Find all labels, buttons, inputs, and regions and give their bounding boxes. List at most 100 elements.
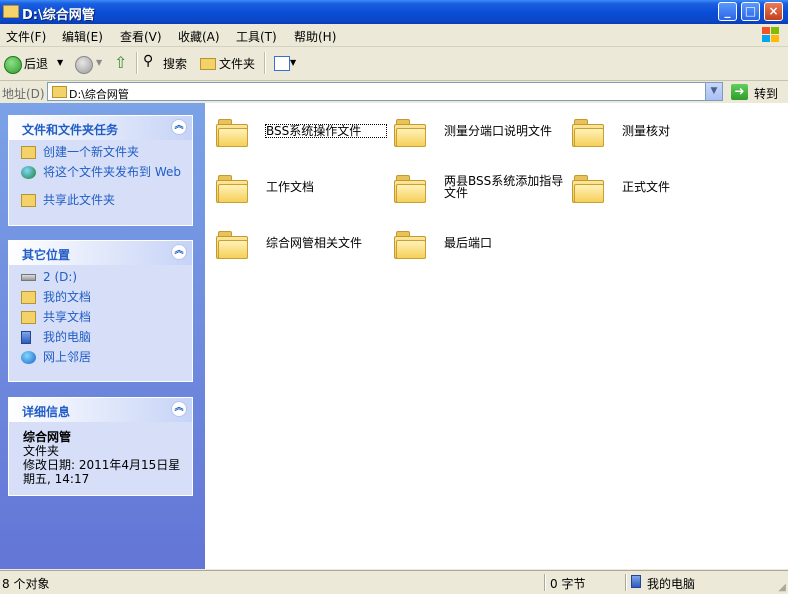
folder-item[interactable]: 正式文件	[564, 167, 734, 211]
folder-icon	[216, 119, 248, 147]
folder-item[interactable]: 最后端口	[386, 223, 556, 267]
up-folder-icon[interactable]: ⇧	[114, 53, 127, 72]
place-label: 2 (D:)	[43, 270, 78, 284]
toolbar: 后退 ▼ ▼ ⇧ ⚲ 搜索 文件夹 ▼	[0, 47, 788, 81]
menu-help[interactable]: 帮助(H)	[294, 28, 336, 45]
forward-dropdown-icon[interactable]: ▼	[96, 58, 102, 67]
panel-title: 文件和文件夹任务	[22, 123, 119, 137]
folder-item[interactable]: BSS系统操作文件	[208, 111, 387, 155]
search-icon: ⚲	[143, 53, 154, 69]
back-arrow-icon	[4, 56, 22, 74]
address-bar: 地址(D) D:\综合网管 ▼ ➜ 转到	[0, 81, 788, 104]
minimize-button[interactable]: _	[718, 2, 737, 21]
task-label: 创建一个新文件夹	[43, 145, 140, 159]
back-label: 后退	[24, 57, 49, 71]
folder-item[interactable]: 测量核对	[564, 111, 734, 155]
my-documents-icon	[21, 291, 36, 304]
window-title: D:\综合网管	[22, 8, 95, 23]
task-share-folder[interactable]: 共享此文件夹	[21, 194, 182, 214]
other-places-panel: 其它位置 ︽ 2 (D:) 我的文档 共享文档 我的电脑 网上邻居	[8, 240, 193, 382]
folders-label: 文件夹	[219, 57, 256, 71]
status-bar: 8 个对象 0 字节 我的电脑 ◢	[0, 570, 788, 594]
folder-label: 最后端口	[444, 236, 493, 250]
task-new-folder[interactable]: 创建一个新文件夹	[21, 146, 182, 166]
globe-icon	[21, 166, 36, 179]
folder-icon	[394, 231, 426, 259]
menu-view[interactable]: 查看(V)	[120, 28, 162, 45]
place-label: 我的电脑	[43, 330, 92, 344]
maximize-button[interactable]: □	[741, 2, 760, 21]
folder-label: 测量核对	[622, 124, 671, 138]
toolbar-divider	[264, 52, 266, 74]
status-divider	[544, 574, 546, 591]
address-label: 地址(D)	[2, 87, 45, 101]
place-network[interactable]: 网上邻居	[21, 351, 182, 371]
folder-item[interactable]: 两县BSS系统添加指导文件	[386, 167, 563, 211]
go-label: 转到	[754, 87, 779, 101]
folder-item[interactable]: 综合网管相关文件	[208, 223, 378, 267]
go-arrow-icon: ➜	[731, 84, 748, 100]
folder-icon	[572, 175, 604, 203]
folder-label: 测量分端口说明文件	[444, 124, 553, 138]
details-name: 综合网管	[23, 430, 72, 444]
back-dropdown-icon[interactable]: ▼	[57, 58, 63, 67]
network-icon	[21, 351, 36, 364]
panel-header[interactable]: 文件和文件夹任务 ︽	[9, 116, 192, 140]
panel-title: 详细信息	[22, 405, 71, 419]
folder-label: 综合网管相关文件	[266, 236, 363, 250]
menu-favorites[interactable]: 收藏(A)	[178, 28, 220, 45]
toolbar-divider	[136, 52, 138, 74]
collapse-icon[interactable]: ︽	[171, 401, 187, 417]
folder-icon	[394, 119, 426, 147]
folder-icon	[216, 175, 248, 203]
collapse-icon[interactable]: ︽	[171, 244, 187, 260]
place-shared-documents[interactable]: 共享文档	[21, 311, 182, 331]
place-drive-d[interactable]: 2 (D:)	[21, 271, 182, 291]
menu-tools[interactable]: 工具(T)	[236, 28, 277, 45]
shared-documents-icon	[21, 311, 36, 324]
views-dropdown-icon: ▼	[290, 58, 297, 67]
place-my-computer[interactable]: 我的电脑	[21, 331, 182, 351]
status-divider	[625, 574, 627, 591]
views-icon	[274, 56, 290, 71]
menu-bar: 文件(F) 编辑(E) 查看(V) 收藏(A) 工具(T) 帮助(H)	[0, 24, 788, 47]
folder-item[interactable]: 工作文档	[208, 167, 378, 211]
address-dropdown-icon[interactable]: ▼	[705, 83, 722, 100]
details-modified: 修改日期: 2011年4月15日星期五, 14:17	[23, 458, 181, 486]
status-location: 我的电脑	[647, 577, 696, 591]
details-type: 文件夹	[23, 444, 60, 458]
menu-edit[interactable]: 编辑(E)	[62, 28, 103, 45]
menu-file[interactable]: 文件(F)	[6, 28, 46, 45]
windows-logo-icon	[762, 27, 779, 42]
collapse-icon[interactable]: ︽	[171, 119, 187, 135]
panel-header[interactable]: 其它位置 ︽	[9, 241, 192, 265]
status-object-count: 8 个对象	[2, 577, 50, 591]
close-button[interactable]: ×	[764, 2, 783, 21]
place-label: 网上邻居	[43, 350, 92, 364]
folder-label: BSS系统操作文件	[265, 124, 387, 138]
search-label: 搜索	[163, 57, 188, 71]
file-tasks-panel: 文件和文件夹任务 ︽ 创建一个新文件夹 将这个文件夹发布到 Web 共享此文件夹	[8, 115, 193, 226]
share-folder-icon	[21, 194, 36, 207]
address-input[interactable]: D:\综合网管 ▼	[47, 82, 723, 101]
drive-icon	[21, 274, 36, 281]
place-my-documents[interactable]: 我的文档	[21, 291, 182, 311]
forward-button[interactable]	[75, 56, 93, 74]
panel-header[interactable]: 详细信息 ︽	[9, 398, 192, 422]
folder-label: 工作文档	[266, 180, 315, 194]
panel-title: 其它位置	[22, 248, 71, 262]
place-label: 我的文档	[43, 290, 92, 304]
new-folder-icon	[21, 146, 36, 159]
resize-grip-icon[interactable]: ◢	[778, 582, 786, 593]
folder-label: 两县BSS系统添加指导文件	[444, 174, 564, 200]
address-value: D:\综合网管	[69, 88, 129, 101]
folder-icon	[3, 5, 19, 18]
task-publish-web[interactable]: 将这个文件夹发布到 Web	[21, 166, 182, 194]
file-list[interactable]: BSS系统操作文件 测量分端口说明文件 测量核对 工作文档 两县BSS系统添加指…	[205, 103, 788, 569]
computer-icon	[631, 575, 641, 588]
folder-icon	[572, 119, 604, 147]
title-bar[interactable]: D:\综合网管 _ □ ×	[0, 0, 788, 24]
computer-icon	[21, 331, 31, 344]
folders-icon	[200, 58, 216, 70]
folder-item[interactable]: 测量分端口说明文件	[386, 111, 556, 155]
